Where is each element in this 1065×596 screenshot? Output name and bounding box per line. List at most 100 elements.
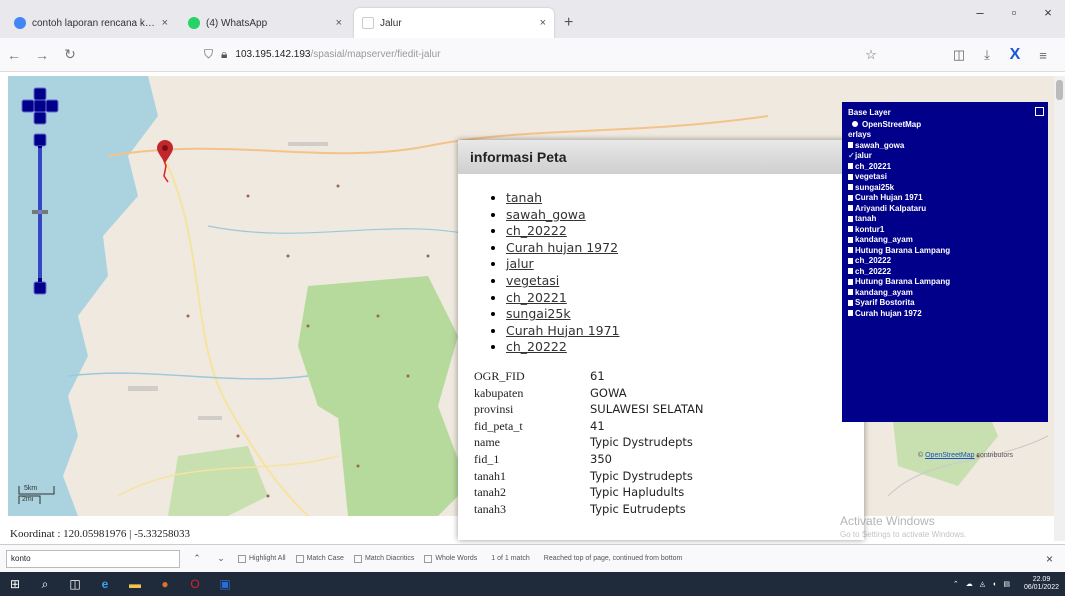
highlight-all-checkbox[interactable]: Highlight All — [238, 554, 286, 563]
pocket-icon[interactable]: ◫ — [945, 47, 973, 63]
layer-link[interactable]: tanah — [506, 190, 542, 205]
tab-whatsapp[interactable]: (4) WhatsApp × — [180, 8, 350, 38]
overlay-item[interactable]: Ariyandi Kalpataru — [848, 203, 1042, 214]
base-layer-option[interactable]: OpenStreetMap — [848, 119, 1042, 130]
checkbox-icon[interactable] — [848, 289, 853, 296]
tab-close-icon[interactable]: × — [162, 17, 168, 29]
layer-link[interactable]: Curah Hujan 1971 — [506, 323, 620, 338]
layer-link[interactable]: Curah hujan 1972 — [506, 240, 618, 255]
overlay-item[interactable]: Hutung Barana Lampang — [848, 245, 1042, 256]
overlay-item[interactable]: Curah hujan 1972 — [848, 308, 1042, 319]
osm-link[interactable]: OpenStreetMap — [925, 452, 974, 459]
word-icon[interactable]: ▣ — [210, 572, 240, 596]
layer-switcher-minimize-button[interactable] — [1035, 107, 1044, 116]
overlay-item[interactable]: Curah Hujan 1971 — [848, 193, 1042, 204]
zoom-out-button[interactable] — [33, 281, 47, 295]
volume-icon[interactable]: ◖ — [992, 581, 996, 588]
pan-down-button[interactable] — [33, 111, 47, 125]
app-icon[interactable]: ● — [150, 572, 180, 596]
checkbox-icon[interactable] — [848, 299, 853, 306]
clock[interactable]: 22.09 06/01/2022 — [1017, 576, 1059, 592]
radio-icon[interactable] — [852, 121, 858, 128]
checkbox-icon[interactable] — [848, 173, 853, 180]
checkbox-icon[interactable] — [848, 205, 853, 212]
windows-start-icon[interactable]: ⊞ — [0, 572, 30, 596]
find-close-button[interactable]: × — [1046, 552, 1053, 566]
url-bar[interactable]: ⛉ 🔒︎ 103.195.142.193 /spasial/mapserver/… — [204, 42, 964, 68]
checkbox-icon[interactable] — [848, 142, 853, 149]
checkbox-icon[interactable] — [848, 163, 853, 170]
overlay-item[interactable]: vegetasi — [848, 172, 1042, 183]
checkbox-icon[interactable] — [848, 268, 853, 275]
overlay-item[interactable]: ch_20221 — [848, 161, 1042, 172]
edge-icon[interactable]: e — [90, 572, 120, 596]
tab-close-icon[interactable]: × — [336, 17, 342, 29]
download-icon[interactable]: ⤓ — [973, 47, 1001, 63]
notification-icon[interactable]: ▤ — [1003, 580, 1010, 588]
overlay-item[interactable]: Hutung Barana Lampang — [848, 277, 1042, 288]
checkbox-icon[interactable] — [848, 310, 853, 317]
layer-link[interactable]: vegetasi — [506, 273, 559, 288]
onedrive-icon[interactable]: ☁ — [966, 580, 973, 588]
map-marker-icon[interactable] — [156, 140, 174, 164]
tray-chevron-icon[interactable]: ⌃ — [953, 580, 959, 588]
file-explorer-icon[interactable]: ▬ — [120, 572, 150, 596]
checkmark-icon[interactable]: ✓ — [848, 151, 855, 160]
tab-close-icon[interactable]: × — [540, 17, 546, 29]
find-next-button[interactable]: ⌄ — [214, 553, 228, 564]
overlay-item[interactable]: Syarif Bostorita — [848, 298, 1042, 309]
checkbox-icon[interactable] — [848, 226, 853, 233]
zoom-in-button[interactable] — [33, 133, 47, 147]
checkbox-icon[interactable] — [848, 194, 853, 201]
layer-link[interactable]: ch_20222 — [506, 223, 567, 238]
menu-icon[interactable]: ≡ — [1029, 48, 1057, 63]
whole-words-checkbox[interactable]: Whole Words — [424, 554, 477, 563]
layer-link[interactable]: sawah_gowa — [506, 207, 586, 222]
page-scrollbar[interactable] — [1054, 76, 1065, 541]
find-input[interactable]: konto — [6, 549, 180, 568]
overlay-item[interactable]: kandang_ayam — [848, 235, 1042, 246]
pan-right-button[interactable] — [45, 99, 59, 113]
scrollbar-thumb[interactable] — [1056, 80, 1063, 100]
maximize-button[interactable]: ▫ — [997, 0, 1031, 26]
checkbox-icon[interactable] — [848, 236, 853, 243]
overlay-item[interactable]: kandang_ayam — [848, 287, 1042, 298]
overlay-item[interactable]: ✓ jalur — [848, 151, 1042, 162]
layer-link[interactable]: ch_20222 — [506, 339, 567, 354]
pan-left-button[interactable] — [21, 99, 35, 113]
pan-up-button[interactable] — [33, 87, 47, 101]
shield-icon[interactable]: ⛉ — [204, 47, 213, 62]
overlay-item[interactable]: kontur1 — [848, 224, 1042, 235]
overlay-item[interactable]: sungai25k — [848, 182, 1042, 193]
forward-icon[interactable]: → — [28, 47, 56, 63]
minimize-button[interactable]: – — [963, 0, 997, 26]
network-icon[interactable]: ◬ — [980, 580, 985, 588]
checkbox-icon[interactable] — [848, 257, 853, 264]
opera-icon[interactable]: O — [180, 572, 210, 596]
overlay-item[interactable]: sawah_gowa — [848, 140, 1042, 151]
overlay-item[interactable]: ch_20222 — [848, 256, 1042, 267]
layer-link[interactable]: jalur — [506, 256, 534, 271]
bookmark-star-icon[interactable]: ☆ — [857, 47, 885, 63]
task-view-icon[interactable]: ◫ — [60, 572, 90, 596]
back-icon[interactable]: ← — [0, 47, 28, 63]
layer-link[interactable]: sungai25k — [506, 306, 571, 321]
overlay-item[interactable]: tanah — [848, 214, 1042, 225]
checkbox-icon[interactable] — [848, 215, 853, 222]
reload-icon[interactable]: ↻ — [56, 46, 84, 63]
lock-icon[interactable]: 🔒︎ — [221, 47, 227, 62]
zoom-world-button[interactable] — [33, 99, 47, 113]
close-window-button[interactable]: × — [1031, 0, 1065, 26]
overlay-item[interactable]: ch_20222 — [848, 266, 1042, 277]
match-case-checkbox[interactable]: Match Case — [295, 554, 344, 563]
match-diacritics-checkbox[interactable]: Match Diacritics — [353, 554, 414, 563]
new-tab-button[interactable]: + — [564, 8, 573, 38]
checkbox-icon[interactable] — [848, 184, 853, 191]
checkbox-icon[interactable] — [848, 278, 853, 285]
find-previous-button[interactable]: ⌃ — [190, 553, 204, 564]
checkbox-icon[interactable] — [848, 247, 853, 254]
layer-link[interactable]: ch_20221 — [506, 290, 567, 305]
tab-jalur[interactable]: Jalur × — [354, 8, 554, 38]
extension-x-icon[interactable]: X — [1001, 46, 1029, 64]
search-icon[interactable]: ⌕ — [30, 572, 60, 596]
